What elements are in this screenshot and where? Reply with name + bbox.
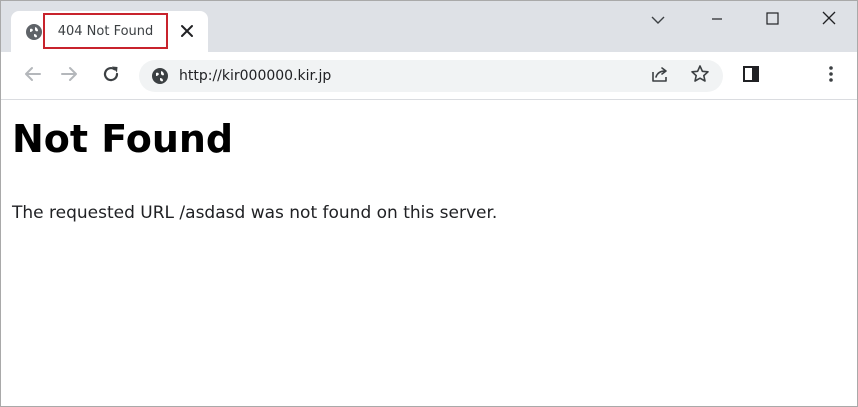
close-icon[interactable] [179, 23, 195, 39]
share-button[interactable] [648, 64, 672, 88]
tab-title-highlight: 404 Not Found [43, 13, 168, 49]
page-title: Not Found [12, 117, 234, 161]
menu-button[interactable] [817, 62, 845, 90]
reload-icon [101, 64, 121, 88]
share-icon [650, 64, 670, 88]
minimize-button[interactable] [697, 5, 737, 33]
active-tab[interactable]: 404 Not Found [11, 11, 208, 52]
more-vertical-icon [828, 65, 834, 87]
bookmark-button[interactable] [688, 64, 712, 88]
browser-window: 404 Not Found http://kir000000.kir.jp No… [0, 0, 858, 407]
close-icon [822, 10, 836, 29]
arrow-right-icon [59, 64, 79, 88]
window-close-button[interactable] [809, 5, 849, 33]
side-panel-button[interactable] [737, 62, 765, 90]
side-panel-icon [741, 64, 761, 88]
star-icon [690, 64, 710, 88]
forward-button[interactable] [55, 62, 83, 90]
page-content: Not Found The requested URL /asdasd was … [1, 101, 857, 406]
reload-button[interactable] [97, 62, 125, 90]
tab-title: 404 Not Found [57, 23, 154, 39]
tab-search-button[interactable] [638, 5, 678, 33]
url-text[interactable]: http://kir000000.kir.jp [179, 67, 331, 85]
minimize-icon [711, 10, 723, 29]
maximize-button[interactable] [752, 5, 792, 33]
toolbar: http://kir000000.kir.jp [1, 52, 857, 100]
globe-icon [25, 23, 43, 41]
back-button[interactable] [19, 62, 47, 90]
chevron-down-icon [651, 10, 665, 29]
address-bar[interactable]: http://kir000000.kir.jp [139, 60, 723, 92]
arrow-left-icon [23, 64, 43, 88]
maximize-icon [765, 10, 779, 29]
globe-icon[interactable] [151, 67, 169, 85]
error-message: The requested URL /asdasd was not found … [12, 203, 498, 223]
tab-strip: 404 Not Found [1, 1, 857, 52]
